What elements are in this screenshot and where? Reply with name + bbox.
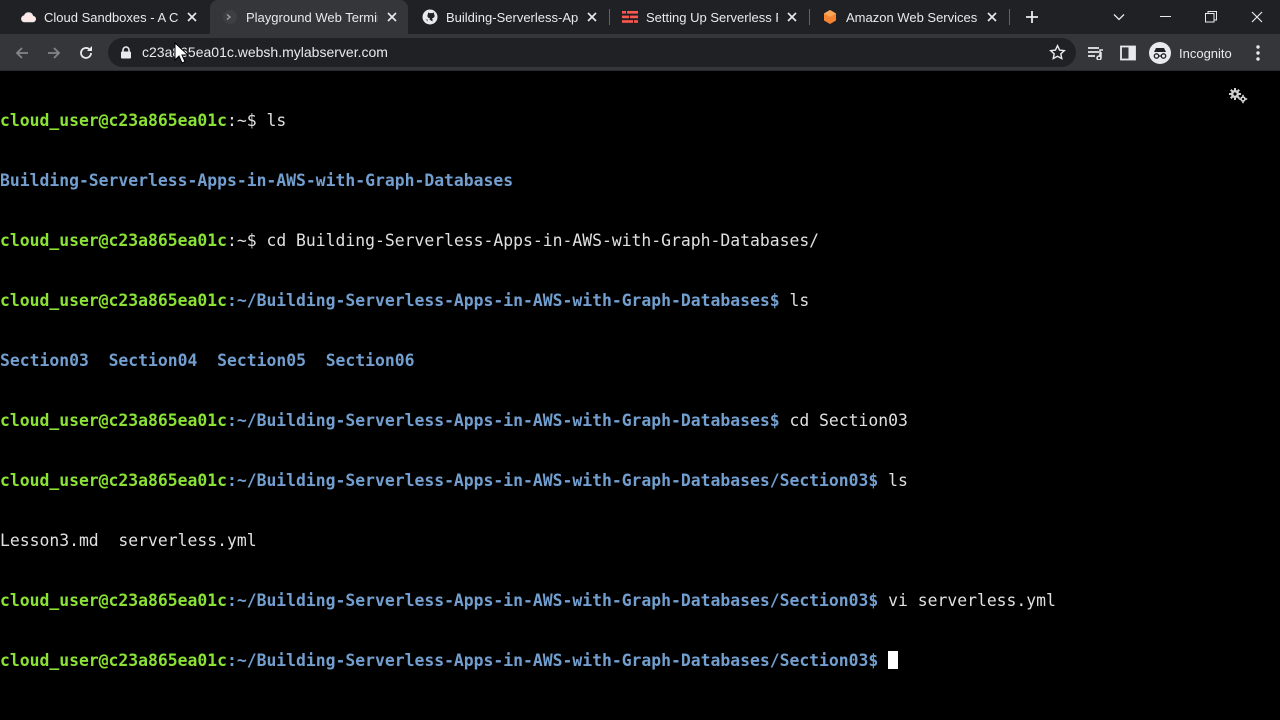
tab-strip: Cloud Sandboxes - A Cloud Guru Playgroun…	[0, 0, 1280, 34]
back-button[interactable]	[9, 40, 35, 66]
tab-aws-signin[interactable]: Amazon Web Services Sign-In	[810, 0, 1008, 34]
tab-playground-terminal[interactable]: Playground Web Terminal	[210, 0, 408, 34]
more-vert-icon	[1256, 45, 1260, 61]
command-text: cd Building-Serverless-Apps-in-AWS-with-…	[256, 231, 820, 250]
prompt-suffix: :~$	[226, 111, 257, 130]
prompt-path: :~/Building-Serverless-Apps-in-AWS-with-…	[226, 411, 780, 430]
arrow-left-icon	[15, 47, 28, 59]
terminal-line: Section03 Section04 Section05 Section06	[0, 351, 1056, 371]
restore-button[interactable]	[1188, 0, 1234, 34]
tab-title: Setting Up Serverless Framework	[646, 9, 778, 25]
github-icon	[422, 9, 438, 25]
terminal-line: cloud_user@c23a865ea01c:~$ ls	[0, 111, 1056, 131]
terminal-line: cloud_user@c23a865ea01c:~/Building-Serve…	[0, 651, 1056, 671]
terminal-line: Building-Serverless-Apps-in-AWS-with-Gra…	[0, 171, 1056, 191]
close-icon[interactable]	[584, 9, 600, 25]
command-text: vi serverless.yml	[878, 591, 1056, 610]
incognito-icon	[1149, 42, 1171, 64]
address-bar[interactable]: c23a865ea01c.websh.mylabserver.com	[108, 38, 1076, 67]
ls-output-item: Section03	[0, 351, 89, 370]
terminal-icon	[222, 9, 238, 25]
prompt-user: cloud_user@c23a865ea01c	[0, 591, 227, 610]
tab-github-repo[interactable]: Building-Serverless-Apps-in-AWS	[410, 0, 608, 34]
command-text: ls	[779, 291, 810, 310]
terminal-line: cloud_user@c23a865ea01c:~/Building-Serve…	[0, 471, 1056, 491]
terminal-line: Lesson3.md serverless.yml	[0, 531, 1056, 551]
command-text: ls	[878, 471, 908, 490]
ls-output: Lesson3.md serverless.yml	[0, 531, 257, 550]
terminal-output[interactable]: cloud_user@c23a865ea01c:~$ ls Building-S…	[0, 71, 1056, 711]
terminal-cursor	[888, 651, 899, 669]
tab-divider	[809, 9, 810, 25]
star-icon[interactable]	[1049, 44, 1066, 61]
tab-cloud-sandboxes[interactable]: Cloud Sandboxes - A Cloud Guru	[8, 0, 208, 34]
prompt-suffix: :~$	[226, 231, 257, 250]
terminal-line: cloud_user@c23a865ea01c:~/Building-Serve…	[0, 411, 1056, 431]
browser-toolbar: c23a865ea01c.websh.mylabserver.com Incog…	[0, 34, 1280, 71]
forward-button[interactable]	[41, 40, 67, 66]
prompt-user: cloud_user@c23a865ea01c	[0, 291, 227, 310]
arrow-right-icon	[48, 47, 61, 59]
side-panel-icon	[1120, 45, 1136, 61]
ls-output-item: Section05	[217, 351, 306, 370]
serverless-icon	[622, 9, 638, 25]
prompt-user: cloud_user@c23a865ea01c	[0, 471, 227, 490]
close-icon[interactable]	[184, 9, 200, 25]
tab-title: Playground Web Terminal	[246, 9, 378, 25]
reload-button[interactable]	[73, 40, 99, 66]
prompt-path: :~/Building-Serverless-Apps-in-AWS-with-…	[226, 471, 879, 490]
mouse-cursor-icon	[174, 42, 188, 64]
reading-list-button[interactable]	[1086, 43, 1106, 63]
tab-divider	[1009, 9, 1010, 25]
close-icon[interactable]	[384, 9, 400, 25]
ls-output-item: Section06	[325, 351, 415, 370]
web-terminal[interactable]: cloud_user@c23a865ea01c:~$ ls Building-S…	[0, 71, 1280, 720]
prompt-path: :~/Building-Serverless-Apps-in-AWS-with-…	[226, 291, 780, 310]
media-list-icon	[1088, 47, 1103, 60]
new-tab-button[interactable]	[1022, 7, 1042, 27]
cloud-icon	[20, 9, 36, 25]
plus-icon	[1026, 11, 1038, 23]
tab-divider	[609, 9, 610, 25]
ls-output: Building-Serverless-Apps-in-AWS-with-Gra…	[0, 171, 514, 190]
close-icon[interactable]	[784, 9, 800, 25]
prompt-user: cloud_user@c23a865ea01c	[0, 411, 227, 430]
restore-icon	[1205, 11, 1217, 23]
incognito-profile-button[interactable]: Incognito	[1149, 41, 1232, 65]
prompt-path: :~/Building-Serverless-Apps-in-AWS-with-…	[226, 651, 879, 670]
browser-menu-button[interactable]	[1248, 43, 1268, 63]
tab-title: Amazon Web Services Sign-In	[846, 9, 978, 25]
prompt-user: cloud_user@c23a865ea01c	[0, 231, 227, 250]
prompt-user: cloud_user@c23a865ea01c	[0, 111, 227, 130]
chevron-down-icon	[1113, 14, 1125, 21]
tab-title: Building-Serverless-Apps-in-AWS	[446, 9, 578, 25]
prompt-path: :~/Building-Serverless-Apps-in-AWS-with-…	[226, 591, 879, 610]
command-text: ls	[256, 111, 287, 130]
ls-output-item: Section04	[108, 351, 198, 370]
command-text: cd Section03	[779, 411, 908, 430]
gear-icon[interactable]	[1228, 88, 1248, 104]
tab-search-button[interactable]	[1096, 0, 1142, 34]
tab-serverless-setup[interactable]: Setting Up Serverless Framework	[610, 0, 808, 34]
close-icon	[1251, 11, 1263, 23]
aws-icon	[822, 9, 838, 25]
close-icon[interactable]	[984, 9, 1000, 25]
terminal-line: cloud_user@c23a865ea01c:~/Building-Serve…	[0, 591, 1056, 611]
profile-label: Incognito	[1179, 45, 1232, 61]
minimize-icon	[1159, 16, 1171, 17]
minimize-button[interactable]	[1142, 0, 1188, 34]
terminal-line: cloud_user@c23a865ea01c:~/Building-Serve…	[0, 291, 1056, 311]
reload-icon	[80, 46, 92, 59]
lock-icon[interactable]	[120, 46, 132, 59]
side-panel-button[interactable]	[1118, 43, 1138, 63]
prompt-user: cloud_user@c23a865ea01c	[0, 651, 227, 670]
tab-title: Cloud Sandboxes - A Cloud Guru	[44, 9, 178, 25]
terminal-line: cloud_user@c23a865ea01c:~$ cd Building-S…	[0, 231, 1056, 251]
close-window-button[interactable]	[1234, 0, 1280, 34]
